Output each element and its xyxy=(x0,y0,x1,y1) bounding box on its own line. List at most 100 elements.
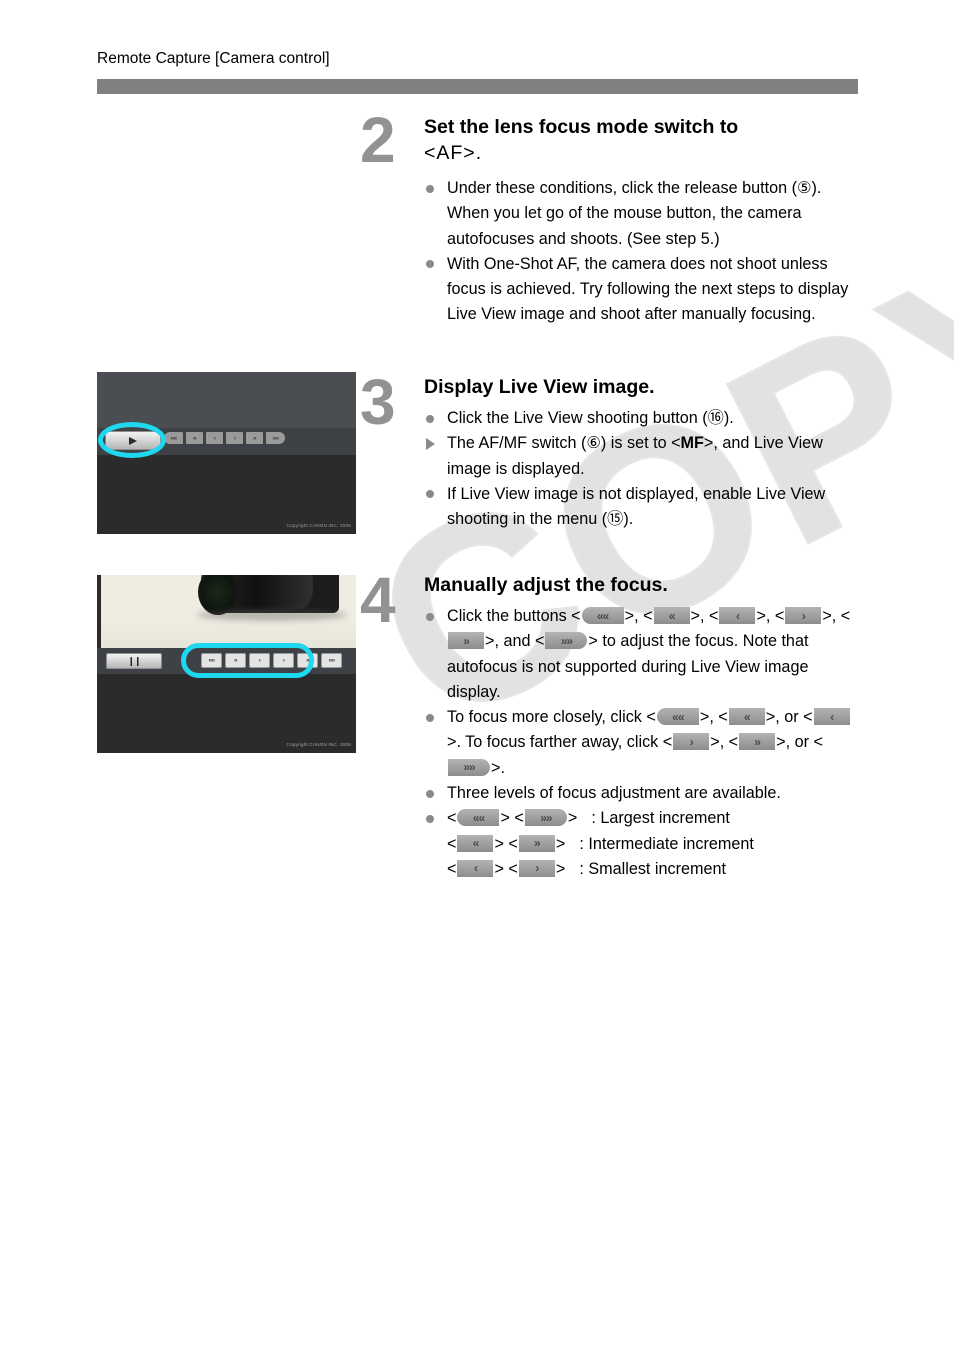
bullet-dot-icon xyxy=(426,612,434,621)
bullet-dot-icon xyxy=(426,260,434,269)
focus-increment-row: < ‹ > < › >: Smallest increment xyxy=(447,857,860,882)
step-4-body: Click the buttons < «« >, < «>, < ‹ >, < › >, <… xyxy=(424,604,860,882)
focus-increment-label: : Intermediate increment xyxy=(579,834,754,853)
focus-right-smallest-glyph: › xyxy=(801,608,806,623)
focus-right-intermediate-glyph: » xyxy=(463,633,470,648)
step-3-bullet-3: If Live View image is not displayed, ena… xyxy=(424,482,856,533)
step-4-bullet-3: Three levels of focus adjustment are ava… xyxy=(424,781,860,806)
focus-far-left-largest-glyph: «« xyxy=(472,810,485,825)
figure3-highlight-ring xyxy=(98,422,166,458)
step-3-bullet-1: Click the Live View shooting button (⑯). xyxy=(424,406,856,431)
focus-left-smallest-glyph: ‹ xyxy=(735,608,740,623)
step-4-heading-line1: Manually adjust the focus. xyxy=(424,574,668,596)
figure4-live-view-photo xyxy=(101,575,356,648)
focus-increment-row: < «> <» >: Intermediate increment xyxy=(447,832,860,857)
bullet-dot-icon xyxy=(426,414,434,423)
focus-right-intermediate-icon: » xyxy=(448,632,484,650)
focus-right-largest-glyph: »» xyxy=(560,633,573,648)
focus-btn-right-smallest-icon[interactable]: › xyxy=(226,432,243,444)
step-4-bullet-1-text: Click the buttons < «« >, < «>, < ‹ >, < › >, <… xyxy=(447,607,851,701)
focus-btn-left-smallest-icon[interactable]: ‹ xyxy=(206,432,223,444)
bullet-dot-icon xyxy=(426,490,434,499)
focus-btn-left-intermediate-icon[interactable]: « xyxy=(186,432,203,444)
focus-right-intermediate-glyph: » xyxy=(754,734,761,749)
focus-right-smallest-icon: › xyxy=(785,607,822,624)
focus-right-smallest-icon: › xyxy=(673,733,710,751)
bullet-triangle-icon xyxy=(426,438,435,451)
focus-right-intermediate-icon: » xyxy=(518,834,555,852)
focus-far-left-largest-icon: «« xyxy=(457,809,500,827)
step-2-heading: Set the lens focus mode switch to <AF>. xyxy=(424,114,854,166)
focus-far-left-largest-glyph: «« xyxy=(672,709,684,724)
step-4-number: 4 xyxy=(360,564,396,636)
focus-left-intermediate-glyph: « xyxy=(743,709,751,724)
figure4-highlight-ring xyxy=(181,643,314,678)
figure-focus-buttons: ❙❙ «« « ‹ › » »» Copyright CANON INC. 20… xyxy=(97,575,356,753)
step-4-bullet-1: Click the buttons < «« >, < «>, < ‹ >, < › >, <… xyxy=(424,604,860,705)
step-2-bullet-1-text: Under these conditions, click the releas… xyxy=(447,179,822,248)
focus-right-largest-glyph: »» xyxy=(463,760,475,775)
step-4-bullet-2-text: To focus more closely, click < «« >, < «>, … xyxy=(447,708,851,777)
focus-right-largest-icon: »» xyxy=(524,809,567,827)
focus-increment-list: < «« > <»» >: Largest increment < «> <» >: Int… xyxy=(447,806,860,882)
step-2-number: 2 xyxy=(360,104,396,176)
focus-right-largest-icon: »» xyxy=(545,632,588,650)
step-3-bullet-1-text: Click the Live View shooting button (⑯). xyxy=(447,409,734,427)
step-3-number: 3 xyxy=(360,366,396,438)
focus-left-smallest-glyph: ‹ xyxy=(830,709,834,724)
focus-increment-row: < «« > <»» >: Largest increment xyxy=(447,806,860,831)
focus-left-intermediate-glyph: « xyxy=(472,836,480,851)
header-rule xyxy=(97,79,858,94)
focus-increment-label: : Smallest increment xyxy=(579,859,726,878)
step-2-heading-symbol-af: <AF>. xyxy=(424,142,483,164)
figure-live-view-button: «« « ‹ › » »» Copyright CANON INC. 2009 xyxy=(97,372,356,534)
bullet-dot-icon xyxy=(426,713,434,722)
focus-right-smallest-icon: › xyxy=(518,859,555,877)
focus-far-left-largest-icon: «« xyxy=(656,708,699,726)
symbol-mf: MF xyxy=(680,434,704,453)
step-4-increments: < «« > <»» >: Largest increment < «> <» >: Int… xyxy=(424,806,860,882)
step-4-bullet-2: To focus more closely, click < «« >, < «>, … xyxy=(424,705,860,781)
focus-right-largest-glyph: »» xyxy=(540,810,552,825)
step-2-bullet-2: With One-Shot AF, the camera does not sh… xyxy=(424,252,856,328)
focus-left-smallest-glyph: ‹ xyxy=(473,861,478,876)
figure3-focus-toolbar[interactable]: «« « ‹ › » »» xyxy=(164,432,285,444)
figure4-copyright: Copyright CANON INC. 2009 xyxy=(286,742,351,747)
step-4-heading: Manually adjust the focus. xyxy=(424,572,854,598)
focus-left-smallest-icon: ‹ xyxy=(813,708,850,726)
camera-shadow xyxy=(197,609,347,621)
step-3-bullet-2-text-a: The AF/MF switch (⑥) is set to < xyxy=(447,434,681,453)
focus-left-intermediate-glyph: « xyxy=(668,608,676,623)
bullet-dot-icon xyxy=(426,789,434,798)
focus-right-intermediate-icon: » xyxy=(739,733,776,751)
bullet-dot-icon xyxy=(426,814,434,823)
focus-left-smallest-icon: ‹ xyxy=(457,859,494,877)
focus-btn-right-intermediate-icon[interactable]: » xyxy=(246,432,263,444)
pause-live-view-button[interactable]: ❙❙ xyxy=(106,653,162,669)
focus-btn-far-left-largest-icon[interactable]: «« xyxy=(164,432,183,444)
step-3-heading-line1: Display Live View image. xyxy=(424,376,655,398)
focus-left-intermediate-icon: « xyxy=(457,834,494,852)
focus-btn-right-largest-icon[interactable]: »» xyxy=(266,432,285,444)
step-2-bullet-1: Under these conditions, click the releas… xyxy=(424,176,856,252)
figure3-preview-area xyxy=(97,372,356,428)
focus-left-smallest-icon: ‹ xyxy=(719,607,756,624)
focus-right-intermediate-glyph: » xyxy=(534,836,541,851)
focus-far-left-largest-icon: «« xyxy=(581,607,624,624)
step-3-bullet-2: The AF/MF switch (⑥) is set to <MF>, and… xyxy=(424,431,856,482)
pause-icon: ❙❙ xyxy=(127,655,141,666)
focus-btn-right-largest-icon[interactable]: »» xyxy=(321,653,342,668)
step-2-heading-line1: Set the lens focus mode switch to xyxy=(424,116,739,138)
focus-right-smallest-glyph: › xyxy=(689,734,694,749)
focus-far-left-largest-glyph: «« xyxy=(596,608,609,623)
focus-left-intermediate-icon: « xyxy=(653,607,690,624)
focus-increment-label: : Largest increment xyxy=(591,809,730,828)
focus-right-smallest-glyph: › xyxy=(535,861,539,876)
step-4-bullet-3-text: Three levels of focus adjustment are ava… xyxy=(447,784,781,803)
step-3-body: Click the Live View shooting button (⑯).… xyxy=(424,406,856,532)
bullet-dot-icon xyxy=(426,184,434,193)
focus-left-intermediate-icon: « xyxy=(728,708,765,726)
focus-right-largest-icon: »» xyxy=(448,758,490,776)
figure3-copyright: Copyright CANON INC. 2009 xyxy=(286,523,351,528)
step-2-body: Under these conditions, click the releas… xyxy=(424,176,856,328)
